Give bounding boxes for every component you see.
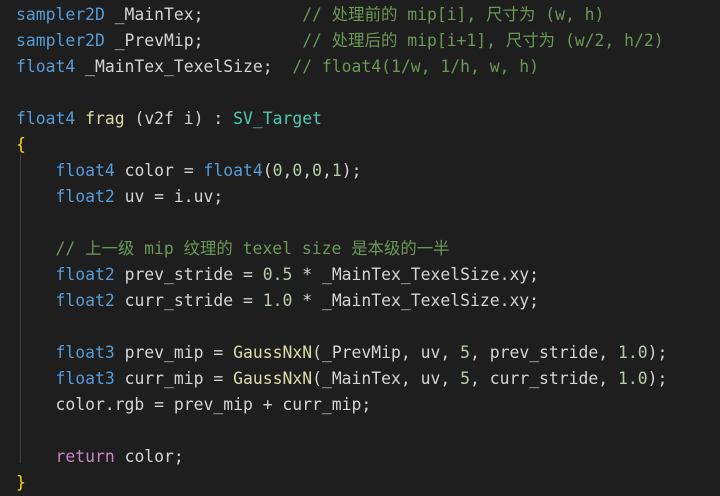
code-token: float4 — [16, 109, 76, 128]
code-line: float4 color = float4(0,0,0,1); — [16, 158, 361, 184]
code-token: float3 — [55, 369, 115, 388]
code-token: (v2f i) : — [124, 109, 234, 128]
code-token: prev_stride = — [114, 265, 263, 284]
code-token: , prev_stride, — [469, 343, 619, 362]
code-token: // 处理后的 mip[i+1], 尺寸为 (w/2, h/2) — [302, 31, 664, 50]
code-token: GaussNxN — [233, 343, 313, 362]
code-token: * _MainTex_TexelSize.xy; — [292, 291, 540, 310]
code-token: curr_stride = — [114, 291, 263, 310]
code-token: { — [16, 135, 26, 154]
code-token: float2 — [55, 291, 115, 310]
code-token: 5 — [460, 343, 470, 362]
code-token: prev_mip = — [114, 343, 234, 362]
code-token: // 处理前的 mip[i], 尺寸为 (w, h) — [302, 5, 605, 24]
code-token: _PrevMip; — [104, 31, 303, 50]
code-token: 1.0 — [618, 343, 648, 362]
code-token: (_PrevMip, uv, — [312, 343, 461, 362]
code-line: float2 uv = i.uv; — [16, 184, 223, 210]
code-token: (_MainTex, uv, — [312, 369, 461, 388]
code-token: sampler2D — [16, 31, 105, 50]
code-token: _MainTex; — [104, 5, 303, 24]
code-token: , — [302, 161, 313, 180]
code-line: float4 _MainTex_TexelSize; // float4(1/w… — [16, 54, 539, 80]
code-token: 1 — [331, 161, 342, 180]
code-editor[interactable]: sampler2D _MainTex; // 处理前的 mip[i], 尺寸为 … — [0, 0, 720, 495]
code-token: GaussNxN — [233, 369, 313, 388]
code-token: , — [282, 161, 293, 180]
code-token: 5 — [460, 369, 470, 388]
code-token: ); — [647, 343, 668, 362]
code-token: sampler2D — [16, 5, 105, 24]
code-token: float2 — [55, 265, 115, 284]
code-line: { — [16, 132, 26, 158]
code-token: color.rgb = prev_mip + curr_mip; — [16, 395, 372, 414]
code-token: curr_mip = — [114, 369, 234, 388]
code-line: float2 curr_stride = 1.0 * _MainTex_Texe… — [16, 288, 539, 314]
code-token: SV_Target — [233, 109, 322, 128]
code-token: 1.0 — [262, 291, 293, 310]
code-token: return — [55, 447, 115, 466]
code-token: float3 — [55, 343, 115, 362]
code-line: float4 frag (v2f i) : SV_Target — [16, 106, 322, 132]
code-token: _MainTex_TexelSize; — [75, 57, 293, 76]
code-token: uv = i.uv; — [114, 187, 224, 206]
code-token: color; — [114, 447, 184, 466]
code-line: } — [16, 470, 26, 496]
code-token: float2 — [55, 187, 115, 206]
code-line: float3 prev_mip = GaussNxN(_PrevMip, uv,… — [16, 340, 667, 366]
code-token: , curr_stride, — [469, 369, 619, 388]
code-line: sampler2D _MainTex; // 处理前的 mip[i], 尺寸为 … — [16, 2, 604, 28]
code-line: // 上一级 mip 纹理的 texel size 是本级的一半 — [16, 236, 450, 262]
code-token: , — [321, 161, 332, 180]
code-token: 0 — [312, 161, 322, 180]
code-line: return color; — [16, 444, 184, 470]
code-token: 0.5 — [262, 265, 293, 284]
code-token: 0 — [292, 161, 303, 180]
code-token: float4 — [55, 161, 115, 180]
code-token: ); — [647, 369, 668, 388]
code-token: * _MainTex_TexelSize.xy; — [292, 265, 540, 284]
code-token: } — [16, 473, 26, 492]
code-line: float3 curr_mip = GaussNxN(_MainTex, uv,… — [16, 366, 667, 392]
code-token: 1.0 — [618, 369, 648, 388]
code-token: float4 — [16, 57, 76, 76]
code-token: float4 — [203, 161, 263, 180]
code-line: color.rgb = prev_mip + curr_mip; — [16, 392, 371, 418]
code-token: color = — [114, 161, 204, 180]
code-line: float2 prev_stride = 0.5 * _MainTex_Texe… — [16, 262, 539, 288]
code-token: ( — [262, 161, 273, 180]
code-token: 0 — [272, 161, 283, 180]
code-token: frag — [85, 109, 125, 128]
code-token: ); — [341, 161, 362, 180]
code-token: // float4(1/w, 1/h, w, h) — [292, 57, 540, 76]
code-line: sampler2D _PrevMip; // 处理后的 mip[i+1], 尺寸… — [16, 28, 664, 54]
code-token: // 上一级 mip 纹理的 texel size 是本级的一半 — [55, 239, 450, 258]
